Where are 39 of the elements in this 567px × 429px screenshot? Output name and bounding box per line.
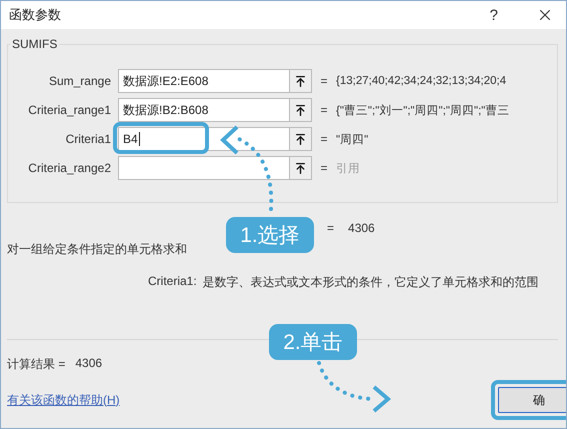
ok-button[interactable]: 确 (498, 387, 566, 413)
upload-icon (294, 132, 307, 146)
argument-field[interactable] (118, 156, 290, 180)
text-cursor (138, 132, 140, 146)
function-description: 对一组给定条件指定的单元格求和 (7, 241, 187, 258)
function-name: SUMIFS (11, 37, 58, 51)
argument-result: {"曹三";"刘一";"周四";"周四";"曹三 (336, 103, 510, 118)
equals-sign: = (319, 74, 328, 88)
upload-icon (294, 104, 307, 116)
argument-field[interactable]: B4 (118, 127, 290, 151)
window-title: 函数参数 (9, 6, 62, 24)
equals-sign: = (319, 132, 328, 146)
argument-label: Criteria1 (64, 132, 112, 146)
collapse-button[interactable] (290, 98, 312, 122)
calculation-label: 计算结果 = (7, 356, 66, 373)
collapse-button[interactable] (290, 127, 312, 151)
argument-field[interactable]: 数据源!E2:E608 (118, 69, 290, 93)
argument-result: {13;27;40;42;34;24;32;13;34;20;4 (336, 75, 508, 87)
upload-icon (294, 74, 307, 88)
argument-field[interactable]: 数据源!B2:B608 (118, 98, 290, 122)
argument-label: Criteria_range1 (27, 103, 112, 117)
argument-result: 引用 (336, 162, 361, 176)
equals-sign: = (327, 221, 334, 235)
upload-icon (294, 162, 307, 174)
argument-result: "周四" (336, 132, 370, 146)
collapse-button[interactable] (290, 156, 312, 180)
help-button[interactable]: ? (482, 6, 506, 24)
argument-label: Criteria_range2 (27, 161, 112, 175)
calculation-result: 4306 (75, 356, 102, 372)
argument-label: Sum_range (48, 74, 112, 88)
equals-sign: = (319, 161, 328, 175)
step-callout: 2.单击 (269, 324, 357, 360)
formula-result: 4306 (348, 221, 375, 235)
equals-sign: = (319, 103, 328, 117)
argument-description: 是数字、表达式或文本形式的条件，它定义了单元格求和的范围 (202, 274, 539, 291)
collapse-button[interactable] (290, 69, 312, 93)
help-link[interactable]: 有关该函数的帮助(H) (7, 392, 120, 408)
step-callout: 1.选择 (226, 217, 314, 253)
argument-name: Criteria1: (148, 274, 197, 290)
